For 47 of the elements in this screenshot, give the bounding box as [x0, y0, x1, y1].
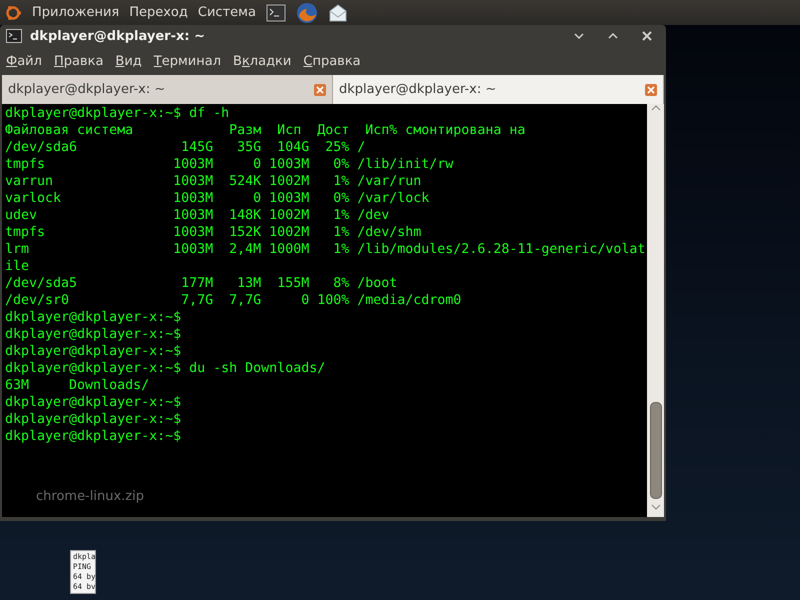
firefox-icon[interactable] — [296, 2, 318, 24]
tab[interactable]: dkplayer@dkplayer-x: ~ — [2, 75, 333, 104]
terminal-line: dkplayer@dkplayer-x:~$ — [5, 428, 182, 445]
terminal-line: varlock 1003M 0 1003M 0% /var/lock — [5, 190, 430, 207]
terminal-line: /dev/sr0 7,7G 7,7G 0 100% /media/cdrom0 — [5, 292, 462, 309]
terminal-line: tmpfs 1003M 0 1003M 0% /lib/init/rw — [5, 156, 454, 173]
terminal-line: dkplayer@dkplayer-x:~$ du -sh Downloads/ — [5, 360, 326, 377]
terminal-line: dkplayer@dkplayer-x:~$ df -h — [5, 105, 230, 122]
terminal-line: 63M Downloads/ — [5, 377, 150, 394]
caret-up-icon — [608, 33, 618, 39]
terminal-launcher-icon[interactable] — [266, 4, 286, 22]
terminal-line: varrun 1003M 524K 1002M 1% /var/run — [5, 173, 422, 190]
panel-menu-item[interactable]: Система — [198, 5, 256, 20]
menu-item[interactable]: Вкладки — [233, 54, 292, 68]
terminal-line: /dev/sda5 177M 13M 155M 8% /boot — [5, 275, 398, 292]
close-tab-icon[interactable] — [314, 84, 326, 96]
terminal-icon — [6, 29, 22, 43]
window-title: dkplayer@dkplayer-x: ~ — [30, 28, 206, 44]
close-icon — [642, 31, 652, 41]
menu-item[interactable]: Правка — [54, 54, 104, 68]
close-tab-icon[interactable] — [645, 84, 657, 96]
desktop-icon-label: chrome-linux.zip — [36, 489, 144, 504]
panel-menu-item[interactable]: Переход — [129, 5, 188, 20]
scroll-up-icon[interactable] — [650, 104, 660, 112]
terminal-line: udev 1003M 148K 1002M 1% /dev — [5, 207, 390, 224]
tab[interactable]: dkplayer@dkplayer-x: ~ — [333, 75, 664, 104]
terminal-line: dkplayer@dkplayer-x:~$ — [5, 309, 182, 326]
terminal-line: dkplayer@dkplayer-x:~$ — [5, 343, 182, 360]
menu-item[interactable]: Файл — [6, 54, 42, 68]
terminal-output[interactable] — [2, 104, 647, 517]
terminal-line: dkplayer@dkplayer-x:~$ — [5, 326, 182, 343]
menu-item[interactable]: Справка — [303, 54, 361, 68]
terminal-line: ile — [5, 258, 30, 275]
panel-menu-item[interactable]: Приложения — [32, 5, 120, 20]
terminal-line: dkplayer@dkplayer-x:~$ — [5, 394, 182, 411]
terminal-line: lrm 1003M 2,4M 1000M 1% /lib/modules/2.6.28-11-generic/volat — [5, 241, 646, 258]
terminal-line: dkplayer@dkplayer-x:~$ — [5, 411, 182, 428]
ubuntu-logo-icon[interactable] — [4, 4, 22, 22]
terminal-line: /dev/sda6 145G 35G 104G 25% / — [5, 139, 366, 156]
scrollbar-thumb[interactable] — [650, 402, 662, 499]
caret-down-icon — [574, 33, 584, 39]
menu-item[interactable]: Терминал — [154, 54, 222, 68]
menu-item[interactable]: Вид — [115, 54, 142, 68]
terminal-line: Файловая система Разм Исп Дост Исп% смонтирована на — [5, 122, 526, 139]
terminal-line: tmpfs 1003M 152K 1002M 1% /dev/shm — [5, 224, 422, 241]
mail-icon[interactable] — [328, 2, 348, 22]
scroll-down-icon[interactable] — [650, 503, 660, 511]
